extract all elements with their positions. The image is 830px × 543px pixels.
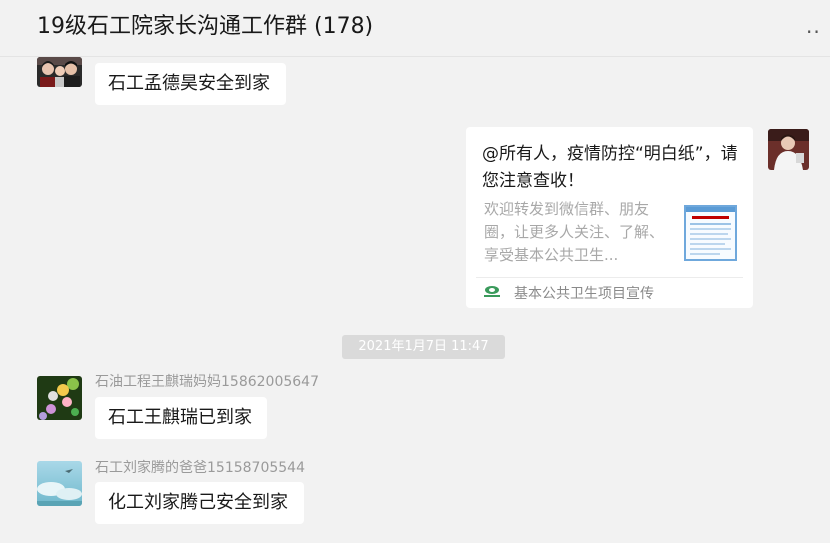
message-text: 石工孟德昊安全到家	[108, 73, 270, 94]
message-text: 石工王麒瑞已到家	[108, 407, 252, 428]
sender-name: 石油工程王麒瑞妈妈15862005647	[95, 374, 319, 390]
card-divider	[476, 277, 743, 278]
more-dots-icon[interactable]: ..	[806, 14, 824, 38]
chat-header: 19级石工院家长沟通工作群 (178) ..	[0, 0, 830, 57]
family-photo-avatar[interactable]	[37, 57, 82, 87]
message-text: 化工刘家腾己安全到家	[108, 492, 288, 513]
sender-name: 石工刘家腾的爸爸15158705544	[95, 460, 305, 476]
public-health-logo-icon	[482, 284, 502, 300]
document-thumbnail	[684, 205, 737, 261]
sky-landscape-avatar[interactable]	[37, 461, 82, 506]
person-white-shirt-avatar[interactable]	[768, 129, 809, 170]
timestamp-divider: 2021年1月7日 11:47	[342, 335, 505, 359]
message-bubble[interactable]: 石工王麒瑞已到家	[95, 397, 267, 439]
card-title: @所有人，疫情防控“明白纸”，请您注意查收！	[482, 144, 738, 191]
chat-title: 19级石工院家长沟通工作群 (178)	[37, 14, 374, 39]
message-bubble[interactable]: 化工刘家腾己安全到家	[95, 482, 304, 524]
link-card[interactable]: @所有人，疫情防控“明白纸”，请您注意查收！ 欢迎转发到微信群、朋友圈，让更多人…	[466, 127, 753, 308]
card-description: 欢迎转发到微信群、朋友圈，让更多人关注、了解、享受基本公共卫生...	[484, 200, 665, 264]
message-bubble[interactable]: 石工孟德昊安全到家	[95, 63, 286, 105]
colorful-beads-avatar[interactable]	[37, 376, 82, 420]
card-source: 基本公共卫生项目宣传	[514, 286, 654, 302]
